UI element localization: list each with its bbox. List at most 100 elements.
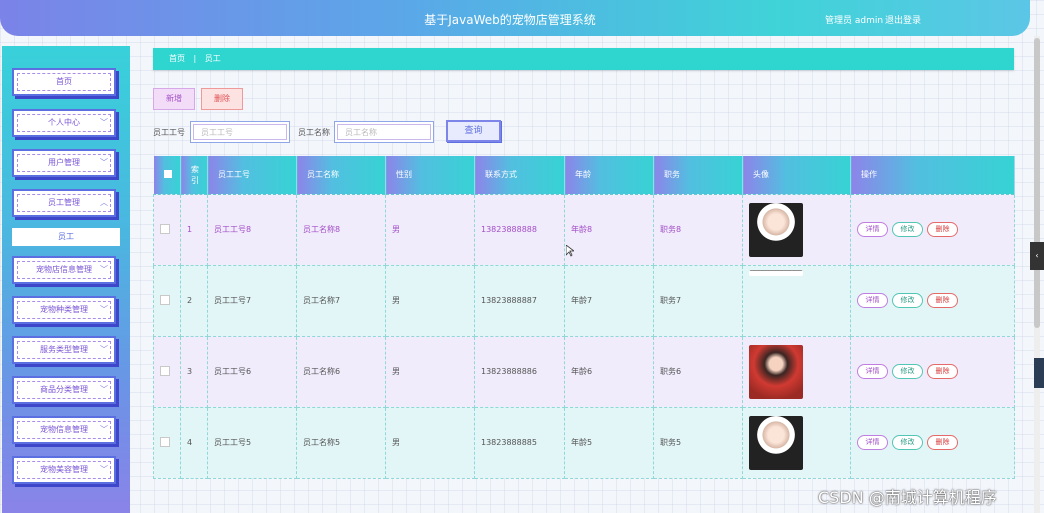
- cell-job-no: 员工工号7: [207, 264, 297, 337]
- row-checkbox[interactable]: [153, 335, 181, 408]
- cell-actions: 详情 修改 删除: [850, 193, 1015, 266]
- col-header-name: 员工名称: [296, 156, 386, 194]
- cell-index: 4: [180, 406, 208, 479]
- chevron-down-icon: ﹀: [100, 118, 108, 127]
- delete-button[interactable]: 删除: [927, 435, 958, 450]
- delete-button[interactable]: 删除: [927, 364, 958, 379]
- delete-button[interactable]: 删除: [927, 222, 958, 237]
- cell-avatar: [742, 335, 851, 408]
- detail-button[interactable]: 详情: [857, 435, 888, 450]
- table-row: 2 员工工号7 员工名称7 男 13823888887 年龄7 职务7 详情 修…: [153, 264, 1015, 337]
- breadcrumb-separator: |: [193, 54, 197, 63]
- sidebar-item-home[interactable]: 首页: [12, 68, 116, 96]
- page-scrollbar[interactable]: [1034, 36, 1040, 513]
- logout-link[interactable]: 退出登录: [885, 13, 921, 26]
- sidebar-item-pet-species[interactable]: 宠物种类管理 ﹀: [12, 296, 116, 324]
- table-row: 1 员工工号8 员工名称8 男 13823888888 年龄8 职务8 详情 修…: [153, 193, 1015, 266]
- sidebar-item-shop-info[interactable]: 宠物店信息管理 ﹀: [12, 256, 116, 284]
- row-checkbox[interactable]: [153, 193, 181, 266]
- detail-button[interactable]: 详情: [857, 293, 888, 308]
- cell-job-no: 员工工号6: [207, 335, 297, 408]
- chevron-down-icon: ﹀: [100, 305, 108, 314]
- detail-button[interactable]: 详情: [857, 222, 888, 237]
- avatar-image: [749, 269, 803, 276]
- sidebar-item-pet-grooming[interactable]: 宠物美容管理 ﹀: [12, 456, 116, 484]
- cell-phone: 13823888886: [474, 335, 565, 408]
- mouse-cursor-icon: [566, 245, 574, 257]
- cell-avatar: [742, 193, 851, 266]
- top-header: 基于JavaWeb的宠物店管理系统 管理员 admin 退出登录: [0, 0, 1030, 36]
- cell-phone: 13823888888: [474, 193, 565, 266]
- col-header-index: 索引: [180, 156, 208, 194]
- edit-button[interactable]: 修改: [892, 293, 923, 308]
- breadcrumb-current: 员工: [204, 54, 221, 63]
- sidebar-item-goods-category[interactable]: 商品分类管理 ﹀: [12, 376, 116, 404]
- chevron-down-icon: ﹀: [100, 345, 108, 354]
- current-user: 管理员 admin: [825, 16, 884, 26]
- chevron-down-icon: ﹀: [100, 265, 108, 274]
- cell-phone: 13823888887: [474, 264, 565, 337]
- chevron-down-icon: ﹀: [100, 425, 108, 434]
- search-button[interactable]: 查询: [446, 120, 501, 142]
- col-header-avatar: 头像: [742, 156, 851, 194]
- table-header-row: 索引 员工工号 员工名称 性别 联系方式 年龄 职务 头像 操作: [153, 156, 1015, 194]
- avatar-image: [749, 344, 803, 399]
- detail-button[interactable]: 详情: [857, 364, 888, 379]
- cell-actions: 详情 修改 删除: [850, 335, 1015, 408]
- submenu-staff[interactable]: 员工: [12, 228, 120, 246]
- cell-index: 3: [180, 335, 208, 408]
- cell-job-no: 员工工号5: [207, 406, 297, 479]
- chevron-down-icon: ﹀: [100, 158, 108, 167]
- breadcrumb-home[interactable]: 首页: [169, 54, 185, 63]
- name-input[interactable]: 员工名称: [334, 121, 434, 143]
- cell-avatar: [742, 264, 851, 337]
- sidebar-item-profile[interactable]: 个人中心 ﹀: [12, 109, 116, 137]
- batch-delete-button[interactable]: 删除: [201, 88, 243, 110]
- cell-gender: 男: [385, 193, 475, 266]
- cell-actions: 详情 修改 删除: [850, 264, 1015, 337]
- side-panel-toggle-icon[interactable]: ‹: [1030, 242, 1044, 270]
- select-all-checkbox[interactable]: [153, 156, 181, 194]
- cell-age: 年龄7: [564, 264, 654, 337]
- sidebar-item-pet-info[interactable]: 宠物信息管理 ﹀: [12, 416, 116, 444]
- edit-button[interactable]: 修改: [892, 222, 923, 237]
- cell-index: 2: [180, 264, 208, 337]
- row-checkbox[interactable]: [153, 406, 181, 479]
- delete-button[interactable]: 删除: [927, 293, 958, 308]
- job-no-input[interactable]: 员工工号: [190, 121, 290, 143]
- chevron-down-icon: ﹀: [100, 465, 108, 474]
- cell-name: 员工名称6: [296, 335, 386, 408]
- col-header-position: 职务: [653, 156, 743, 194]
- cell-position: 职务7: [653, 264, 743, 337]
- add-button[interactable]: 新增: [153, 88, 195, 110]
- cell-gender: 男: [385, 335, 475, 408]
- avatar-image: [749, 202, 803, 257]
- cell-age: 年龄8: [564, 193, 654, 266]
- sidebar-item-staff[interactable]: 员工管理 ︿: [12, 189, 116, 217]
- side-panel-handle[interactable]: [1034, 358, 1044, 388]
- sidebar-item-users[interactable]: 用户管理 ﹀: [12, 149, 116, 177]
- avatar-image: [749, 415, 803, 470]
- edit-button[interactable]: 修改: [892, 435, 923, 450]
- watermark: CSDN @南城计算机程序: [818, 488, 997, 507]
- cell-name: 员工名称5: [296, 406, 386, 479]
- breadcrumb: 首页 | 员工: [153, 48, 1014, 70]
- edit-button[interactable]: 修改: [892, 364, 923, 379]
- cell-index: 1: [180, 193, 208, 266]
- row-checkbox[interactable]: [153, 264, 181, 337]
- cell-name: 员工名称8: [296, 193, 386, 266]
- name-label: 员工名称: [298, 128, 330, 137]
- staff-table: 索引 员工工号 员工名称 性别 联系方式 年龄 职务 头像 操作 1 员工工号8…: [153, 156, 1015, 479]
- cell-age: 年龄6: [564, 335, 654, 408]
- cell-avatar: [742, 406, 851, 479]
- table-row: 3 员工工号6 员工名称6 男 13823888886 年龄6 职务6 详情 修…: [153, 335, 1015, 408]
- cell-position: 职务8: [653, 193, 743, 266]
- cell-name: 员工名称7: [296, 264, 386, 337]
- table-row: 4 员工工号5 员工名称5 男 13823888885 年龄5 职务5 详情 修…: [153, 406, 1015, 479]
- chevron-up-icon: ︿: [100, 198, 108, 207]
- cell-gender: 男: [385, 264, 475, 337]
- col-header-age: 年龄: [564, 156, 654, 194]
- col-header-actions: 操作: [850, 156, 1015, 194]
- cell-age: 年龄5: [564, 406, 654, 479]
- sidebar-item-service-type[interactable]: 服务类型管理 ﹀: [12, 336, 116, 364]
